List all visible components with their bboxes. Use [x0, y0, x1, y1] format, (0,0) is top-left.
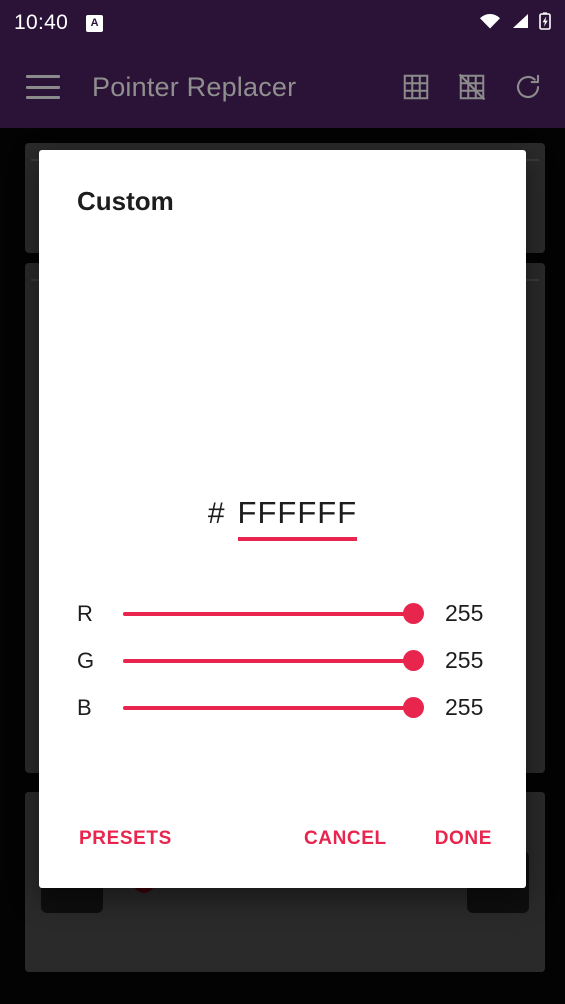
- channel-label-r: R: [77, 600, 93, 626]
- dialog-action-bar: PRESETS CANCEL DONE: [39, 816, 526, 862]
- channel-label-g: G: [77, 647, 95, 673]
- hex-input-row: # FFFFFF: [39, 495, 526, 541]
- custom-color-dialog: Custom # FFFFFF R 255 G 255 B 255 PRESET…: [39, 150, 526, 888]
- done-button[interactable]: DONE: [431, 822, 496, 856]
- channel-value-r: 255: [445, 600, 484, 626]
- channel-slider-b[interactable]: [123, 693, 424, 723]
- channel-row-b: B 255: [39, 684, 526, 731]
- dialog-title: Custom: [77, 186, 174, 216]
- toolbar-actions: [401, 72, 551, 102]
- channel-slider-fill-g: [123, 658, 413, 663]
- channel-row-r: R 255: [39, 590, 526, 637]
- channel-row-g: G 255: [39, 637, 526, 684]
- hex-input-value: FFFFFF: [237, 495, 358, 530]
- channel-slider-thumb-b[interactable]: [403, 697, 424, 718]
- status-icons: [479, 11, 551, 35]
- cellular-signal-icon: [511, 13, 529, 34]
- presets-button[interactable]: PRESETS: [75, 822, 176, 856]
- hamburger-menu-icon[interactable]: [26, 75, 60, 99]
- page-title: Pointer Replacer: [92, 71, 297, 102]
- channel-label-b: B: [77, 694, 92, 720]
- channel-value-g: 255: [445, 647, 484, 673]
- hex-input-field[interactable]: FFFFFF: [237, 495, 358, 541]
- app-screen: - + 10:40 A: [0, 0, 565, 1004]
- color-preview-swatch: [39, 240, 526, 530]
- channel-slider-thumb-r[interactable]: [403, 603, 424, 624]
- channel-slider-thumb-g[interactable]: [403, 650, 424, 671]
- channel-slider-g[interactable]: [123, 646, 424, 676]
- app-toolbar: Pointer Replacer: [0, 46, 565, 128]
- rgb-channel-list: R 255 G 255 B 255: [39, 590, 526, 731]
- channel-slider-r[interactable]: [123, 599, 424, 629]
- notification-badge-icon: A: [86, 14, 104, 32]
- wifi-icon: [479, 13, 501, 34]
- refresh-icon[interactable]: [513, 72, 543, 102]
- status-time: 10:40: [14, 11, 69, 34]
- hex-prefix-label: #: [207, 497, 225, 530]
- grid-on-icon[interactable]: [401, 72, 431, 102]
- hex-input-underline: [237, 537, 358, 541]
- channel-value-b: 255: [445, 694, 484, 720]
- status-bar: 10:40 A: [0, 0, 565, 46]
- battery-charging-icon: [539, 11, 551, 35]
- channel-slider-fill-r: [123, 611, 413, 616]
- channel-slider-fill-b: [123, 705, 413, 710]
- cancel-button[interactable]: CANCEL: [300, 822, 391, 856]
- grid-off-icon[interactable]: [457, 72, 487, 102]
